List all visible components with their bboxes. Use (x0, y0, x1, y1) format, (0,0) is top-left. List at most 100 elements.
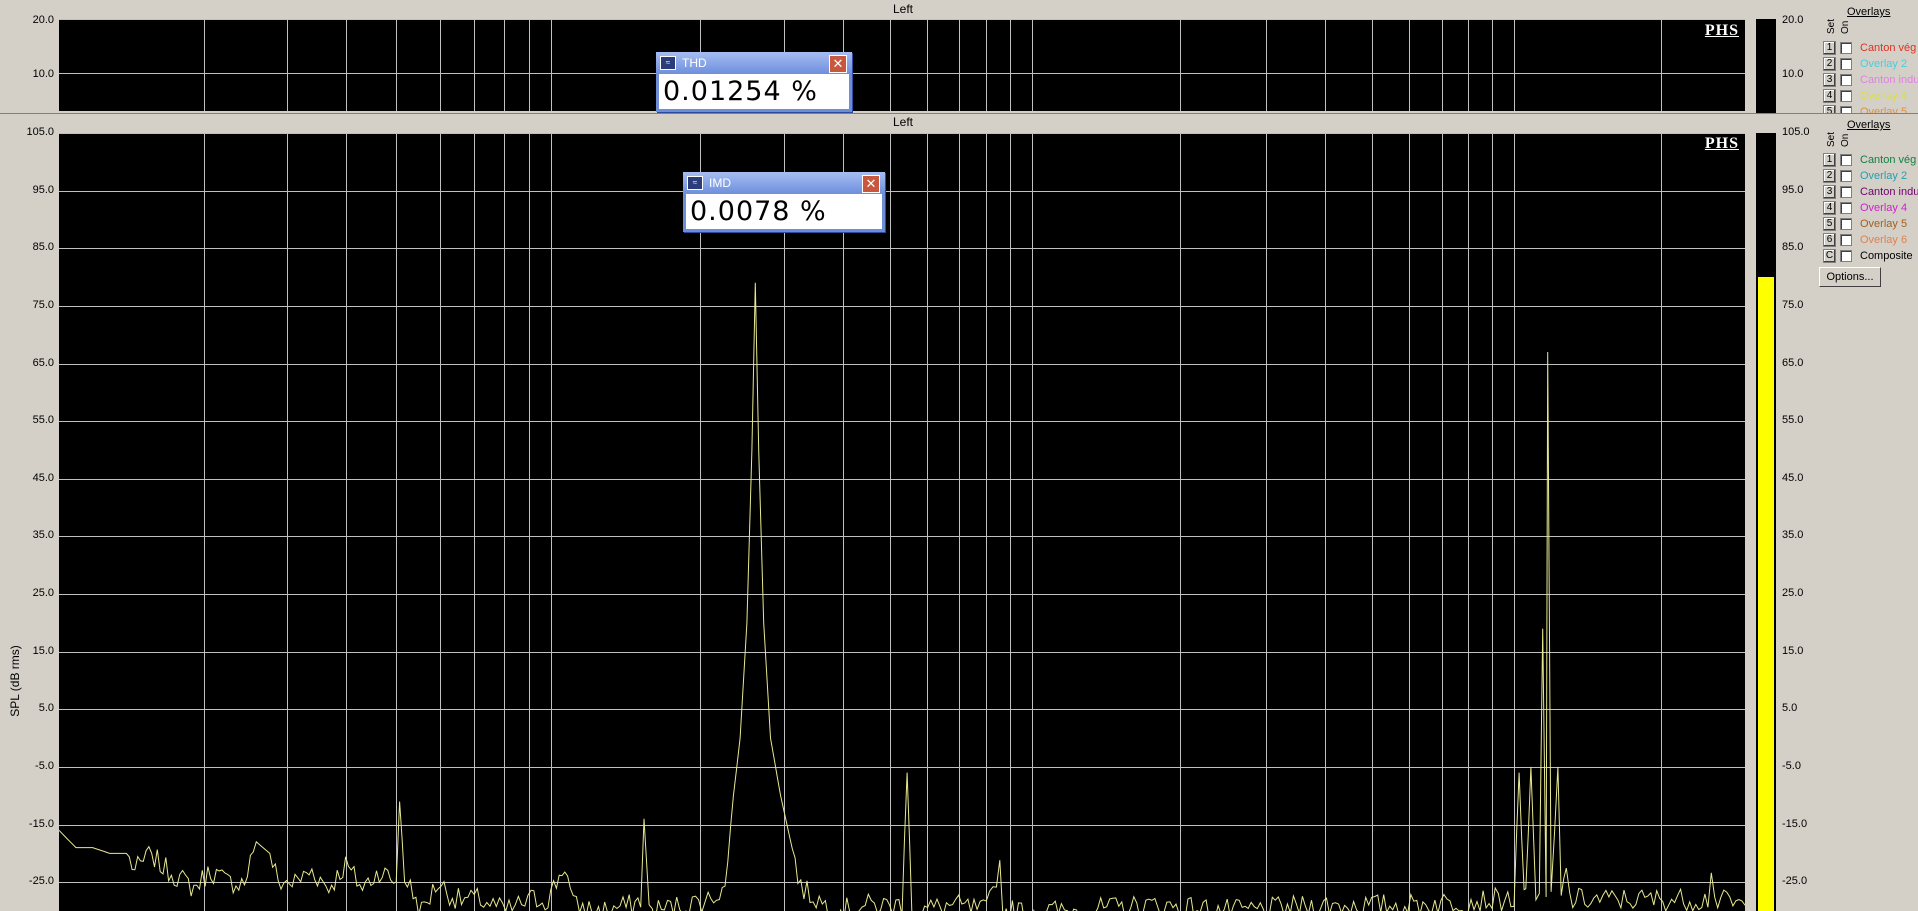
imd-graph-panel: Left 105.0 95.0 85.0 75.0 65.0 55.0 45.0 35.0 25… (0, 114, 1918, 911)
overlay-label: Overlay 2 (1860, 58, 1908, 70)
level-meter (1756, 19, 1776, 113)
overlay-row: 3 Canton indu (1823, 72, 1918, 88)
close-icon[interactable]: ✕ (862, 175, 880, 193)
overlay-set-button[interactable]: C (1823, 249, 1836, 263)
overlay-set-button[interactable]: 2 (1823, 169, 1836, 183)
overlay-row: 5 Overlay 5 (1823, 216, 1907, 232)
overlay-label: Overlay 5 (1860, 218, 1908, 230)
thd-plot-svg (59, 19, 1745, 111)
y-tick-label: 105.0 (26, 126, 54, 138)
overlay-set-button[interactable]: 4 (1823, 89, 1836, 103)
y-tick-label-right: 55.0 (1782, 414, 1804, 427)
y-tick-label: 55.0 (32, 414, 54, 427)
overlay-label: Composite (1860, 250, 1913, 262)
y-tick-label: 35.0 (32, 529, 54, 542)
y-tick-label: 95.0 (32, 183, 54, 196)
y-tick-label-right: 45.0 (1782, 471, 1804, 484)
overlay-set-button[interactable]: 6 (1823, 233, 1836, 247)
imd-meter-window[interactable]: ≈ IMD ✕ 0.0078 % (683, 172, 885, 232)
y-tick-label-right: 85.0 (1782, 241, 1804, 254)
thd-value: 0.01254 % (659, 74, 849, 109)
y-tick-label: 45.0 (32, 471, 54, 484)
overlays-header: Overlays (1847, 119, 1891, 131)
y-tick-label-right: 95.0 (1782, 183, 1804, 196)
spectrum-plot-area[interactable]: PHS (59, 133, 1745, 911)
thd-graph-panel: Left 20.0 10.0 PHS 20.0 10.0 Overlays Se… (0, 0, 1918, 115)
graph-title: Left (892, 115, 913, 129)
thd-meter-title: THD (682, 56, 707, 70)
overlay-on-checkbox[interactable] (1840, 234, 1852, 246)
overlay-set-button[interactable]: 3 (1823, 73, 1836, 87)
overlay-label: Canton indu (1860, 186, 1918, 198)
overlay-on-checkbox[interactable] (1840, 74, 1852, 86)
options-button[interactable]: Options... (1819, 267, 1881, 287)
y-tick-label: 65.0 (32, 356, 54, 369)
y-tick-label-right: 5.0 (1782, 702, 1798, 715)
on-column-label: On (1840, 20, 1851, 34)
thd-meter-titlebar[interactable]: ≈ THD ✕ (656, 52, 852, 74)
imd-value: 0.0078 % (686, 194, 882, 229)
overlay-set-button[interactable]: 2 (1823, 57, 1836, 71)
thd-meter-window[interactable]: ≈ THD ✕ 0.01254 % (656, 52, 852, 112)
overlay-on-checkbox[interactable] (1840, 202, 1852, 214)
overlay-label: Canton indu (1860, 74, 1918, 86)
imd-meter-titlebar[interactable]: ≈ IMD ✕ (683, 172, 885, 194)
overlay-set-button[interactable]: 3 (1823, 185, 1836, 199)
overlays-header: Overlays (1847, 6, 1891, 18)
level-meter (1756, 133, 1776, 911)
overlay-label: Overlay 4 (1860, 202, 1908, 214)
level-meter-fill (1758, 277, 1774, 911)
y-tick-label-right: -5.0 (1782, 759, 1801, 772)
overlay-row: 2 Overlay 2 (1823, 56, 1907, 72)
phs-logo: PHS (1704, 22, 1739, 39)
overlay-on-checkbox[interactable] (1840, 58, 1852, 70)
overlay-row: C Composite (1823, 248, 1913, 264)
overlay-on-checkbox[interactable] (1840, 170, 1852, 182)
y-tick-label: -5.0 (35, 759, 54, 772)
graph-title: Left (892, 2, 913, 16)
y-tick-label: 75.0 (32, 298, 54, 311)
overlay-label: Overlay 2 (1860, 170, 1908, 182)
overlay-on-checkbox[interactable] (1840, 42, 1852, 54)
y-tick-label-right: -25.0 (1782, 875, 1808, 888)
overlay-row: 4 Overlay 4 (1823, 200, 1907, 216)
overlay-on-checkbox[interactable] (1840, 218, 1852, 230)
phs-logo: PHS (1704, 135, 1739, 152)
overlay-row: 3 Canton indu (1823, 184, 1918, 200)
overlay-row: 4 Overlay 4 (1823, 88, 1907, 104)
y-tick-label-right: 25.0 (1782, 587, 1804, 600)
y-tick-label: 10.0 (32, 68, 54, 80)
y-tick-label: -25.0 (28, 875, 54, 888)
overlay-label: Canton vég (1860, 42, 1917, 54)
overlay-label: Canton vég (1860, 154, 1917, 166)
overlay-row: 6 Overlay 6 (1823, 232, 1907, 248)
overlay-on-checkbox[interactable] (1840, 154, 1852, 166)
y-tick-label-right: 20.0 (1782, 14, 1804, 26)
overlay-row: 2 Overlay 2 (1823, 168, 1907, 184)
overlay-set-button[interactable]: 4 (1823, 201, 1836, 215)
on-column-label: On (1840, 133, 1851, 147)
overlay-on-checkbox[interactable] (1840, 250, 1852, 262)
y-tick-label-right: 75.0 (1782, 298, 1804, 311)
thd-plot-area[interactable]: PHS (59, 19, 1745, 111)
overlay-set-button[interactable]: 5 (1823, 217, 1836, 231)
imd-meter-title: IMD (709, 176, 731, 190)
y-tick-label-right: 15.0 (1782, 644, 1804, 657)
overlay-on-checkbox[interactable] (1840, 186, 1852, 198)
y-axis-title: SPL (dB rms) (8, 645, 22, 717)
y-tick-label: 25.0 (32, 587, 54, 600)
overlay-on-checkbox[interactable] (1840, 90, 1852, 102)
overlay-label: Overlay 6 (1860, 234, 1908, 246)
y-tick-label-right: 65.0 (1782, 356, 1804, 369)
overlay-set-button[interactable]: 1 (1823, 41, 1836, 55)
meter-window-icon: ≈ (687, 176, 703, 190)
set-column-label: Set (1826, 18, 1837, 34)
y-tick-label-right: -15.0 (1782, 817, 1808, 830)
overlay-label: Overlay 4 (1860, 90, 1908, 102)
overlay-set-button[interactable]: 1 (1823, 153, 1836, 167)
y-tick-label-right: 35.0 (1782, 529, 1804, 542)
spectrum-svg (59, 133, 1745, 911)
overlay-row: 1 Canton vég (1823, 40, 1916, 56)
overlay-row: 1 Canton vég (1823, 152, 1916, 168)
close-icon[interactable]: ✕ (829, 55, 847, 73)
